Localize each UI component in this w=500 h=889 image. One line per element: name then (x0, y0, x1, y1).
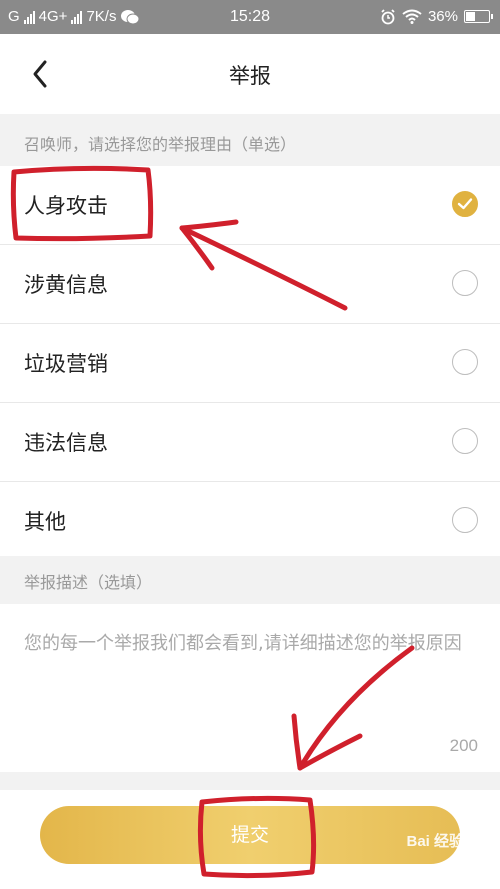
reason-option-label: 涉黄信息 (24, 273, 108, 297)
battery-percent: 36% (427, 8, 458, 25)
status-right: 36% (380, 8, 493, 25)
char-limit: 200 (449, 736, 478, 755)
reason-option-label: 违法信息 (24, 431, 108, 455)
battery-icon (464, 10, 493, 23)
wifi-icon (402, 9, 422, 24)
radio-icon[interactable] (452, 270, 478, 296)
reason-option-label: 垃圾营销 (24, 352, 108, 376)
check-icon (457, 198, 473, 210)
reason-option-label: 其他 (24, 510, 66, 534)
radio-icon[interactable] (452, 507, 478, 533)
reason-option-spam[interactable]: 垃圾营销 (0, 324, 500, 403)
reason-option-illegal[interactable]: 违法信息 (0, 403, 500, 482)
reason-option-pornographic[interactable]: 涉黄信息 (0, 245, 500, 324)
reason-prompt: 召唤师，请选择您的举报理由（单选） (0, 114, 500, 166)
page-title: 举报 (229, 64, 271, 88)
radio-icon[interactable] (452, 349, 478, 375)
reason-options: 人身攻击 涉黄信息 垃圾营销 违法信息 其他 (0, 166, 500, 560)
reason-option-other[interactable]: 其他 (0, 482, 500, 560)
radio-checked-icon[interactable] (452, 191, 478, 217)
description-placeholder: 您的每一个举报我们都会看到,请详细描述您的举报原因 (24, 633, 462, 654)
nav-bar: 举报 (0, 34, 500, 114)
submit-button[interactable]: 提交 (40, 806, 460, 864)
submit-label: 提交 (230, 824, 269, 846)
reason-option-personal-attack[interactable]: 人身攻击 (0, 166, 500, 245)
radio-icon[interactable] (452, 428, 478, 454)
alarm-icon (381, 8, 395, 24)
submit-area: 提交 Bai 经验 (0, 790, 500, 889)
status-bar: G 4G+ 7K/s 15:28 36% (0, 0, 500, 34)
description-field[interactable]: 您的每一个举报我们都会看到,请详细描述您的举报原因 200 (0, 604, 500, 772)
reason-option-label: 人身攻击 (24, 194, 108, 218)
baidu-watermark: Bai 经验 (406, 833, 464, 850)
description-label: 举报描述（选填） (0, 556, 500, 604)
